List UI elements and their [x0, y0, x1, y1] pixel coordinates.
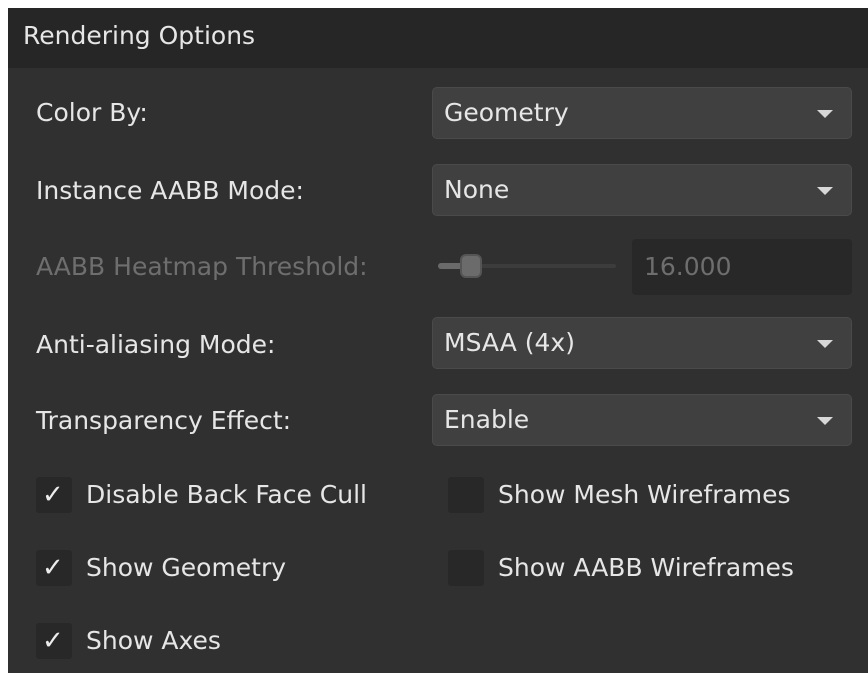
chevron-down-icon — [817, 340, 833, 348]
show-geometry-checkbox[interactable]: ✓ Show Geometry — [36, 548, 336, 588]
aabb-heatmap-threshold-slider[interactable] — [432, 246, 622, 286]
anti-aliasing-mode-label: Anti-aliasing Mode: — [36, 330, 276, 359]
instance-aabb-mode-value: None — [444, 175, 510, 204]
slider-thumb[interactable] — [460, 254, 482, 278]
instance-aabb-mode-dropdown[interactable]: None — [432, 164, 852, 216]
aabb-heatmap-threshold-input[interactable]: 16.000 — [632, 239, 852, 295]
show-axes-checkbox[interactable]: ✓ Show Axes — [36, 621, 276, 661]
show-aabb-wireframes-label: Show AABB Wireframes — [498, 553, 794, 582]
checkbox-box[interactable]: ✓ — [36, 550, 72, 586]
disable-back-face-cull-label: Disable Back Face Cull — [86, 480, 367, 509]
show-mesh-wireframes-label: Show Mesh Wireframes — [498, 480, 791, 509]
aabb-heatmap-threshold-value: 16.000 — [644, 252, 732, 281]
disable-back-face-cull-checkbox[interactable]: ✓ Disable Back Face Cull — [36, 475, 416, 515]
chevron-down-icon — [817, 187, 833, 195]
panel-title: Rendering Options — [23, 21, 256, 50]
checkbox-box[interactable]: ✓ — [36, 477, 72, 513]
transparency-effect-label: Transparency Effect: — [36, 406, 292, 435]
transparency-effect-value: Enable — [444, 405, 530, 434]
chevron-down-icon — [817, 110, 833, 118]
check-icon: ✓ — [42, 553, 64, 583]
slider-track — [468, 264, 616, 268]
show-aabb-wireframes-checkbox[interactable]: Show AABB Wireframes — [448, 548, 858, 588]
anti-aliasing-mode-value: MSAA (4x) — [444, 328, 575, 357]
aabb-heatmap-threshold-label: AABB Heatmap Threshold: — [36, 252, 368, 281]
transparency-effect-dropdown[interactable]: Enable — [432, 394, 852, 446]
check-icon: ✓ — [42, 626, 64, 656]
panel-header[interactable]: Rendering Options — [8, 8, 868, 68]
checkbox-box[interactable] — [448, 477, 484, 513]
show-axes-label: Show Axes — [86, 626, 221, 655]
chevron-down-icon — [817, 417, 833, 425]
show-mesh-wireframes-checkbox[interactable]: Show Mesh Wireframes — [448, 475, 858, 515]
color-by-value: Geometry — [444, 98, 569, 127]
color-by-dropdown[interactable]: Geometry — [432, 87, 852, 139]
color-by-label: Color By: — [36, 98, 148, 127]
anti-aliasing-mode-dropdown[interactable]: MSAA (4x) — [432, 317, 852, 369]
checkbox-box[interactable] — [448, 550, 484, 586]
show-geometry-label: Show Geometry — [86, 553, 287, 582]
instance-aabb-mode-label: Instance AABB Mode: — [36, 176, 304, 205]
checkbox-box[interactable]: ✓ — [36, 623, 72, 659]
check-icon: ✓ — [42, 480, 64, 510]
rendering-options-panel: Rendering Options Color By: Geometry Ins… — [8, 8, 868, 673]
